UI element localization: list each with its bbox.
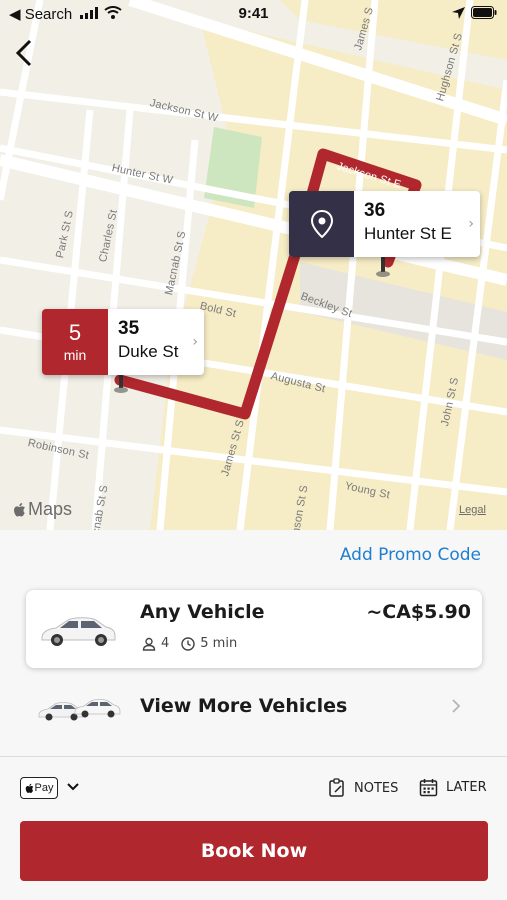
apple-pay-label: Pay xyxy=(34,782,54,794)
book-now-label: Book Now xyxy=(200,840,308,862)
eta-value: 5 xyxy=(68,320,82,345)
calendar-icon xyxy=(419,779,438,797)
destination-callout[interactable]: 36 Hunter St E › xyxy=(289,191,480,257)
vehicle-eta: 5 min xyxy=(200,636,238,651)
book-now-button[interactable]: Book Now xyxy=(20,821,488,881)
destination-number: 36 xyxy=(364,200,386,221)
vehicle-price: ~CA$5.90 xyxy=(366,601,471,623)
chevron-right-icon xyxy=(452,699,461,713)
notes-label: NOTES xyxy=(354,780,399,796)
map-view[interactable]: Jackson St W Jackson St E Hunter St W Pa… xyxy=(0,0,507,530)
back-button[interactable] xyxy=(12,38,38,68)
status-icons xyxy=(452,6,497,19)
divider xyxy=(0,756,507,757)
destination-badge xyxy=(289,191,354,257)
chevron-right-icon: › xyxy=(192,334,198,350)
vehicle-name: Any Vehicle xyxy=(140,601,265,623)
location-pin-icon xyxy=(310,210,333,238)
chevron-left-icon xyxy=(15,39,32,67)
view-more-vehicles-label: View More Vehicles xyxy=(140,695,348,717)
view-more-vehicles-button[interactable]: View More Vehicles xyxy=(0,690,507,726)
battery-icon xyxy=(471,6,497,19)
destination-street: Hunter St E xyxy=(364,224,452,243)
car-icon xyxy=(41,617,116,646)
later-label: LATER xyxy=(446,780,487,795)
chevron-right-icon: › xyxy=(468,216,474,232)
origin-callout[interactable]: 5 min 35 Duke St › xyxy=(42,309,204,375)
clock: 9:41 xyxy=(238,5,269,22)
add-promo-code-link[interactable]: Add Promo Code xyxy=(340,545,481,565)
signal-icon xyxy=(80,7,98,19)
eta-badge: 5 min xyxy=(42,309,108,375)
seat-count: 4 xyxy=(161,636,170,651)
chevron-down-icon[interactable] xyxy=(66,782,80,792)
origin-street: Duke St xyxy=(118,342,179,361)
wifi-icon xyxy=(104,6,122,19)
vehicle-option-card[interactable]: Any Vehicle ~CA$5.90 4 5 min xyxy=(26,590,482,668)
status-bar: ◀ Search 9:41 xyxy=(0,0,507,28)
eta-unit: min xyxy=(63,347,87,363)
schedule-later-button[interactable]: LATER xyxy=(419,778,487,797)
apple-logo-icon xyxy=(14,502,25,516)
cars-icon xyxy=(38,699,121,721)
apple-pay-button[interactable]: Pay xyxy=(20,777,58,799)
origin-number: 35 xyxy=(118,318,140,339)
notes-button[interactable]: NOTES xyxy=(328,778,398,798)
apple-maps-logo: Maps xyxy=(13,499,72,520)
maps-label: Maps xyxy=(28,499,73,519)
apple-logo-icon xyxy=(25,783,33,793)
location-arrow-icon xyxy=(452,6,465,19)
booking-options-row: Pay NOTES LATER xyxy=(0,774,507,804)
legal-link[interactable]: Legal xyxy=(459,504,486,516)
clock-icon xyxy=(181,636,195,651)
booking-sheet: Add Promo Code Any Vehicle ~CA$5.90 4 5 … xyxy=(0,530,507,900)
notes-icon xyxy=(329,778,344,797)
person-icon xyxy=(142,637,156,651)
